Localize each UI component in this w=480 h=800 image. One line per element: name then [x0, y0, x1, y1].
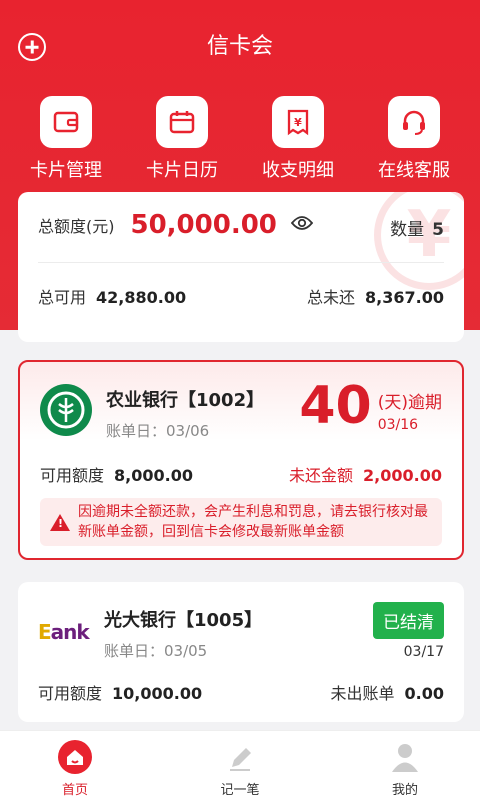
overdue-days: 40 — [299, 376, 372, 436]
unpaid-label: 总未还 — [307, 288, 356, 307]
nav-label: 记一笔 — [220, 783, 260, 798]
warning-text: 因逾期未全额还款，会产生利息和罚息，请去银行核对最新账单金额，回到信卡会修改最新… — [78, 504, 428, 540]
bill-label: 未出账单 — [330, 684, 395, 703]
overdue-date: 03/16 — [377, 417, 419, 433]
bill-value: 0.00 — [404, 684, 444, 703]
available-value: 10,000.00 — [112, 684, 203, 703]
svg-text:¥: ¥ — [294, 116, 302, 129]
overdue-warning: 因逾期未全额还款，会产生利息和罚息，请去银行核对最新账单金额，回到信卡会修改最新… — [40, 498, 442, 546]
card-count: 数量 5 — [390, 215, 444, 240]
total-limit-value: 50,000.00 — [130, 210, 277, 240]
card-icon — [40, 96, 92, 148]
overdue-info: 40 (天)逾期 03/16 — [299, 378, 442, 434]
calendar-icon — [156, 96, 208, 148]
quick-transactions[interactable]: ¥ 收支明细 — [248, 96, 348, 182]
user-icon — [350, 739, 460, 775]
yen-icon: ¥ — [374, 192, 464, 290]
quick-label: 卡片日历 — [146, 160, 218, 181]
overdue-unit: (天)逾期 — [377, 393, 442, 413]
total-unpaid: 总未还 8,367.00 — [307, 284, 444, 308]
eye-icon[interactable] — [290, 215, 314, 235]
nav-home[interactable]: 首页 — [20, 731, 130, 800]
warning-icon — [50, 513, 70, 531]
quick-support[interactable]: 在线客服 — [364, 96, 464, 182]
unpaid-value: 2,000.00 — [363, 466, 442, 485]
home-icon — [20, 739, 130, 775]
bill-day: 账单日：03/05 — [104, 642, 208, 660]
card-abc[interactable]: 农业银行【1002】 账单日：03/06 40 (天)逾期 03/16 可用额度… — [18, 360, 464, 560]
nav-label: 首页 — [61, 783, 88, 798]
quick-actions: 卡片管理 卡片日历 ¥ 收支明细 在线客服 — [0, 96, 480, 182]
available-value: 8,000.00 — [114, 466, 193, 485]
headset-icon — [388, 96, 440, 148]
quick-label: 收支明细 — [262, 160, 334, 181]
available-label: 可用额度 — [40, 466, 105, 485]
card-unpaid: 未还金额 2,000.00 — [289, 462, 442, 486]
available-value: 42,880.00 — [96, 288, 187, 307]
card-available: 可用额度 8,000.00 — [40, 462, 193, 486]
nav-mine[interactable]: 我的 — [350, 731, 460, 800]
quick-label: 在线客服 — [378, 160, 450, 181]
unpaid-value: 8,367.00 — [365, 288, 444, 307]
quick-card-manage[interactable]: 卡片管理 — [16, 96, 116, 182]
logo-prefix: E — [38, 620, 52, 644]
total-available: 总可用 42,880.00 — [38, 284, 186, 308]
status-date: 03/17 — [403, 644, 444, 660]
logo-text: ank — [50, 620, 90, 644]
bill-day: 账单日：03/06 — [106, 422, 210, 440]
count-label: 数量 — [390, 220, 425, 240]
count-value: 5 — [432, 220, 444, 240]
unpaid-label: 未还金额 — [289, 466, 354, 485]
available-label: 总可用 — [38, 288, 87, 307]
summary-card: ¥ 总额度(元) 50,000.00 数量 5 总可用 42,880.00 总未还 8… — [18, 192, 464, 342]
card-available: 可用额度 10,000.00 — [38, 680, 202, 704]
receipt-icon: ¥ — [272, 96, 324, 148]
card-ceb[interactable]: Eank 光大银行【1005】 账单日：03/05 已结清 03/17 可用额度… — [18, 582, 464, 722]
nav-record[interactable]: 记一笔 — [185, 731, 295, 800]
divider — [38, 262, 444, 263]
bottom-nav: 首页 记一笔 我的 — [0, 730, 480, 800]
quick-card-calendar[interactable]: 卡片日历 — [132, 96, 232, 182]
card-bill: 未出账单 0.00 — [331, 680, 445, 704]
bank-name: 光大银行【1005】 — [104, 610, 263, 631]
ceb-logo-icon: Eank — [38, 620, 90, 644]
pencil-icon — [185, 739, 295, 775]
abc-logo-icon — [40, 384, 92, 436]
status-badge: 已结清 — [373, 602, 444, 639]
nav-label: 我的 — [391, 783, 418, 798]
available-label: 可用额度 — [38, 684, 103, 703]
total-limit-label: 总额度(元) — [38, 217, 115, 236]
quick-label: 卡片管理 — [30, 160, 102, 181]
page-title: 信卡会 — [206, 34, 273, 59]
bank-name: 农业银行【1002】 — [106, 390, 265, 411]
